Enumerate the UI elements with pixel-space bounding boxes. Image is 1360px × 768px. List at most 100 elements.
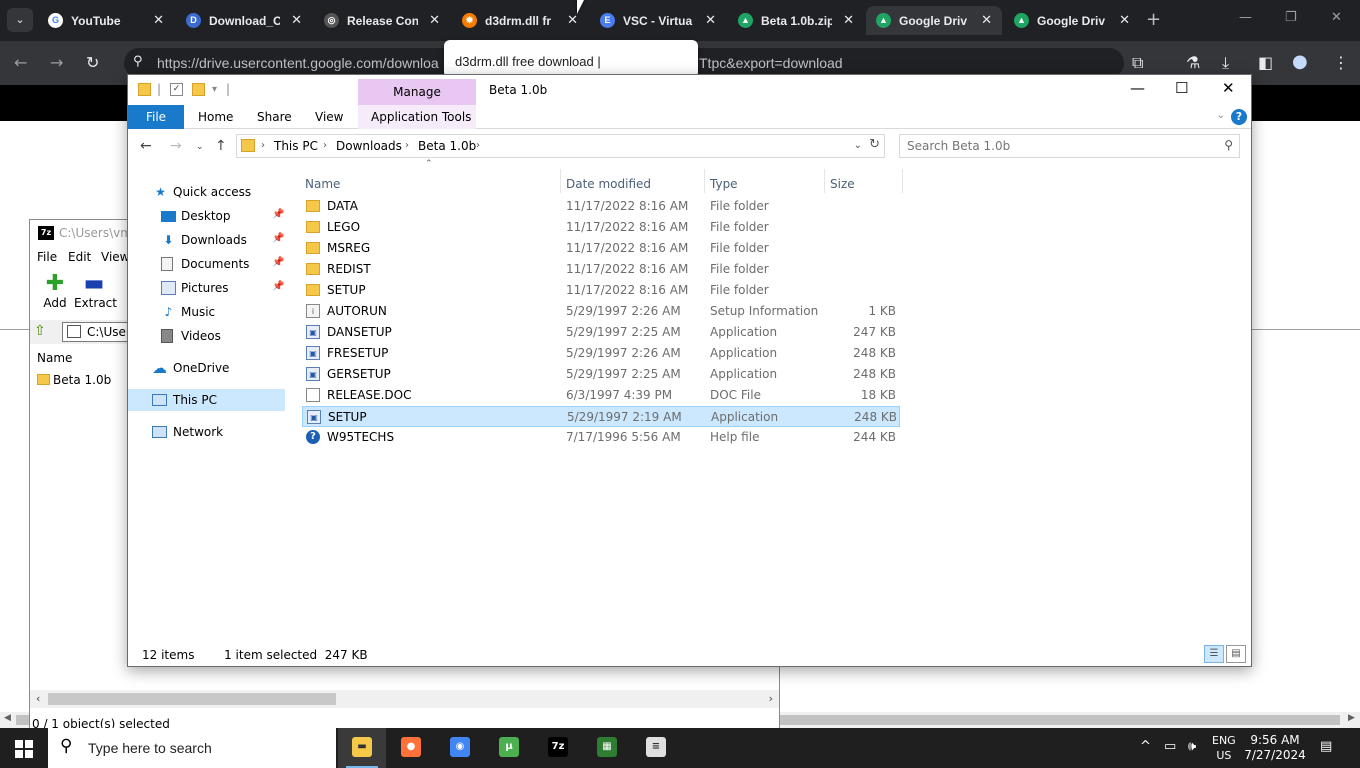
nav-quick-access[interactable]: ★ Quick access — [128, 181, 285, 203]
details-view-icon[interactable]: ☰ — [1204, 645, 1224, 663]
tab-close-icon[interactable]: ✕ — [1119, 12, 1130, 28]
7zip-menu-edit[interactable]: Edit — [68, 250, 91, 264]
back-arrow-icon[interactable]: ← — [14, 53, 27, 72]
scroll-right-icon[interactable]: ▶ — [1348, 713, 1355, 723]
notification-icon[interactable]: ▤ — [1320, 739, 1332, 754]
browser-minimize-icon[interactable]: — — [1239, 10, 1252, 25]
column-separator[interactable] — [704, 169, 705, 193]
tab-close-icon[interactable]: ✕ — [981, 12, 992, 28]
file-row[interactable]: i AUTORUN 5/29/1997 2:26 AM Setup Informati… — [302, 301, 900, 322]
breadcrumb-separator-icon[interactable]: › — [476, 140, 480, 151]
7zip-scroll-thumb[interactable] — [48, 693, 336, 705]
file-row[interactable]: DATA 11/17/2022 8:16 AM File folder — [302, 196, 900, 217]
nav-downloads[interactable]: ⬇ Downloads 📌 — [128, 229, 285, 251]
nav-music[interactable]: ♪ Music — [128, 301, 285, 323]
file-row[interactable]: RELEASE.DOC 6/3/1997 4:39 PM DOC File 18 KB — [302, 385, 900, 406]
pin-icon[interactable]: 📌 — [272, 257, 284, 268]
column-date-modified[interactable]: Date modified — [566, 177, 651, 191]
ribbon-tab-home[interactable]: Home — [198, 110, 233, 124]
7zip-column-name[interactable]: Name — [37, 351, 72, 365]
browser-tab[interactable]: ▲ Beta 1.0b.zip ✕ — [728, 6, 864, 35]
address-url-tail[interactable]: Ttpc&export=download — [699, 55, 843, 71]
nav-onedrive[interactable]: ☁ OneDrive — [128, 357, 285, 379]
extensions-icon[interactable]: ⧉ — [1132, 53, 1143, 73]
volume-icon[interactable]: 🕪 — [1188, 739, 1196, 754]
ribbon-expand-chevron-icon[interactable]: ⌄ — [1217, 110, 1225, 121]
browser-tab[interactable]: ▲ Google Driv ✕ — [1004, 6, 1140, 35]
7zip-horizontal-scrollbar[interactable]: ‹ › — [30, 690, 779, 708]
taskbar-app-utorrent[interactable]: µ — [485, 728, 533, 768]
taskbar-app-firefox[interactable]: ● — [387, 728, 435, 768]
file-row[interactable]: ? W95TECHS 7/17/1996 5:56 AM Help file 244 K… — [302, 427, 900, 448]
browser-close-icon[interactable]: ✕ — [1331, 10, 1342, 25]
file-row[interactable]: ▣ FRESETUP 5/29/1997 2:26 AM Application 248… — [302, 343, 900, 364]
7zip-list-item[interactable]: Beta 1.0b — [37, 373, 111, 387]
taskbar-app-file-explorer[interactable]: ▬ — [338, 728, 386, 768]
tray-overflow-chevron-icon[interactable]: ^ — [1140, 739, 1151, 754]
address-dropdown-icon[interactable]: ⌄ — [854, 140, 862, 151]
browser-tab[interactable]: ▲ Google Driv ✕ — [866, 6, 1002, 35]
tab-close-icon[interactable]: ✕ — [153, 12, 164, 28]
column-separator[interactable] — [902, 169, 903, 193]
ribbon-tab-file[interactable]: File — [128, 105, 184, 129]
taskbar-clock[interactable]: 9:56 AM 7/27/2024 — [1242, 733, 1308, 763]
qat-dropdown-icon[interactable]: ▾ — [212, 84, 217, 95]
browser-tab[interactable]: D Download_C ✕ — [176, 6, 312, 35]
network-tray-icon[interactable]: ▭ — [1164, 739, 1176, 754]
column-separator[interactable] — [824, 169, 825, 193]
nav-this-pc[interactable]: This PC — [128, 389, 285, 411]
tab-close-icon[interactable]: ✕ — [705, 12, 716, 28]
breadcrumb-separator-icon[interactable]: › — [405, 140, 409, 151]
file-row[interactable]: MSREG 11/17/2022 8:16 AM File folder — [302, 238, 900, 259]
ribbon-manage-tab[interactable]: Manage — [358, 79, 476, 105]
labs-flask-icon[interactable]: ⚗ — [1186, 53, 1200, 72]
ribbon-tab-view[interactable]: View — [315, 110, 343, 124]
pin-icon[interactable]: 📌 — [272, 233, 284, 244]
column-name[interactable]: Name — [305, 177, 340, 191]
file-row[interactable]: ▣ SETUP 5/29/1997 2:19 AM Application 248 KB — [302, 406, 900, 427]
file-row[interactable]: REDIST 11/17/2022 8:16 AM File folder — [302, 259, 900, 280]
browser-tab[interactable]: ◎ Release Con ✕ — [314, 6, 450, 35]
file-row[interactable]: LEGO 11/17/2022 8:16 AM File folder — [302, 217, 900, 238]
explorer-titlebar[interactable]: | ✓ ▾ | Manage Beta 1.0b — ☐ ✕ — [128, 75, 1251, 105]
breadcrumb-this-pc[interactable]: This PC — [274, 139, 318, 153]
taskbar-app-network-card[interactable]: ▦ — [583, 728, 631, 768]
taskbar-app-7zip[interactable]: 7z — [534, 728, 582, 768]
close-icon[interactable]: ✕ — [1222, 79, 1235, 97]
input-language[interactable]: ENG US — [1212, 733, 1236, 763]
browser-menu-icon[interactable]: ⋮ — [1333, 53, 1349, 72]
nav-network[interactable]: Network — [128, 421, 285, 443]
browser-tab[interactable]: ✹ d3drm.dll fr ✕ — [452, 6, 588, 35]
pin-icon[interactable]: 📌 — [272, 281, 284, 292]
ribbon-tab-application-tools[interactable]: Application Tools — [371, 110, 471, 124]
7zip-menu-file[interactable]: File — [37, 250, 57, 264]
file-row[interactable]: ▣ GERSETUP 5/29/1997 2:25 AM Application 248… — [302, 364, 900, 385]
tab-close-icon[interactable]: ✕ — [291, 12, 302, 28]
nav-videos[interactable]: Videos — [128, 325, 285, 347]
nav-documents[interactable]: Documents 📌 — [128, 253, 285, 275]
tab-close-icon[interactable]: ✕ — [567, 12, 578, 28]
explorer-address-bar[interactable]: › This PC › Downloads › Beta 1.0b › ⌄ ↻ — [236, 134, 885, 158]
scroll-left-icon[interactable]: ◀ — [4, 713, 11, 723]
downloads-icon[interactable]: ⤓ — [1222, 53, 1229, 73]
7zip-menu-view[interactable]: View — [101, 250, 129, 264]
back-arrow-icon[interactable]: ← — [140, 138, 152, 154]
column-type[interactable]: Type — [710, 177, 738, 191]
forward-arrow-icon[interactable]: → — [50, 53, 63, 72]
help-icon[interactable]: ? — [1231, 109, 1247, 125]
explorer-search-box[interactable]: ⚲ — [899, 134, 1240, 158]
nav-pictures[interactable]: Pictures 📌 — [128, 277, 285, 299]
tab-close-icon[interactable]: ✕ — [843, 12, 854, 28]
side-panel-icon[interactable]: ◧ — [1258, 53, 1273, 72]
column-separator[interactable] — [560, 169, 561, 193]
breadcrumb-beta[interactable]: Beta 1.0b — [418, 139, 476, 153]
profile-avatar-icon[interactable]: ● — [1292, 51, 1308, 72]
maximize-icon[interactable]: ☐ — [1175, 79, 1188, 97]
column-size[interactable]: Size — [830, 177, 855, 191]
forward-arrow-icon[interactable]: → — [170, 138, 182, 154]
7zip-add-button[interactable]: ✚ Add — [38, 272, 72, 311]
file-row[interactable]: ▣ DANSETUP 5/29/1997 2:25 AM Application 247… — [302, 322, 900, 343]
browser-tab[interactable]: G YouTube ✕ — [38, 6, 174, 35]
browser-tab[interactable]: E VSC - Virtua ✕ — [590, 6, 726, 35]
address-url[interactable]: https://drive.usercontent.google.com/dow… — [157, 55, 439, 71]
